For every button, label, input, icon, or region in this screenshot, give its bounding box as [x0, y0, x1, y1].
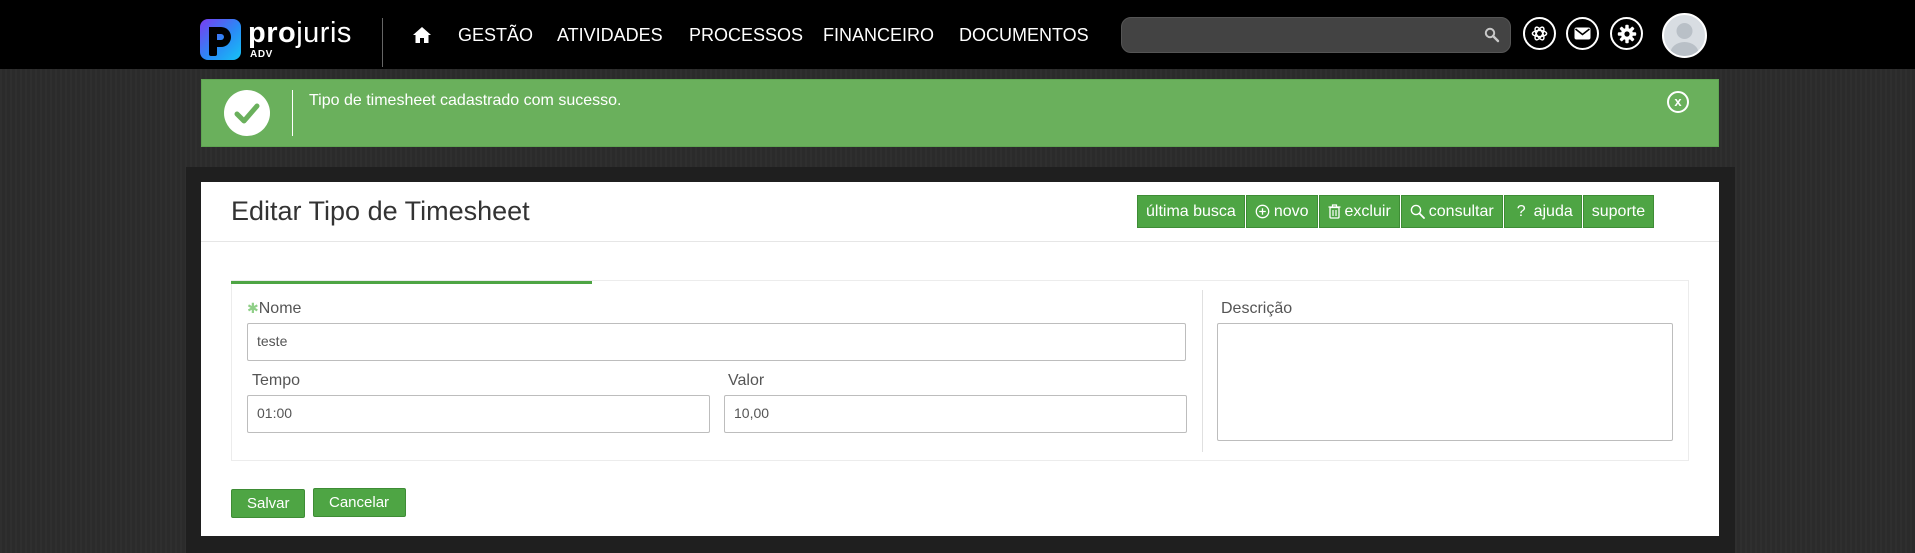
success-alert: Tipo de timesheet cadastrado com sucesso…: [201, 79, 1719, 147]
home-icon[interactable]: [412, 25, 432, 45]
plus-circle-icon: [1255, 204, 1270, 219]
page-title: Editar Tipo de Timesheet: [231, 196, 530, 226]
alert-divider: [292, 90, 293, 136]
gear-icon: [1617, 24, 1636, 43]
nome-input[interactable]: [257, 333, 1101, 349]
nome-field: [247, 323, 1186, 361]
nav-item-atividades[interactable]: ATIVIDADES: [557, 25, 663, 46]
novo-button[interactable]: novo: [1245, 195, 1318, 228]
success-check-icon: [224, 90, 270, 136]
ai-assistant-button[interactable]: [1523, 17, 1556, 50]
nav-divider: [382, 18, 383, 67]
tempo-input[interactable]: [257, 405, 672, 421]
top-navbar: projuris ADV GESTÃO ATIVIDADES PROCESSOS…: [0, 0, 1915, 69]
excluir-button[interactable]: excluir: [1318, 195, 1400, 228]
logo-wordmark: projuris: [248, 17, 352, 49]
search-input[interactable]: [1132, 24, 1476, 48]
edit-timesheet-panel: Editar Tipo de Timesheet última busca no…: [201, 182, 1719, 536]
alert-close-button[interactable]: x: [1667, 91, 1689, 113]
envelope-icon: [1574, 27, 1591, 40]
alert-message: Tipo de timesheet cadastrado com sucesso…: [309, 92, 622, 109]
consultar-button[interactable]: consultar: [1400, 195, 1503, 228]
active-tab-indicator: [231, 281, 592, 284]
ultima-busca-button[interactable]: última busca: [1137, 195, 1245, 228]
nav-item-processos[interactable]: PROCESSOS: [689, 25, 803, 46]
descricao-label: Descrição: [1221, 300, 1293, 317]
user-silhouette-icon: [1670, 23, 1699, 56]
ajuda-button[interactable]: ? ajuda: [1503, 195, 1582, 228]
messages-button[interactable]: [1566, 17, 1599, 50]
logo-subtitle: ADV: [250, 49, 273, 60]
form-column-divider: [1202, 290, 1203, 452]
action-toolbar: última busca novo excluir consultar ? aj…: [1137, 195, 1655, 228]
valor-input[interactable]: [734, 405, 1149, 421]
nav-item-financeiro[interactable]: FINANCEIRO: [823, 25, 934, 46]
nav-item-gestao[interactable]: GESTÃO: [458, 25, 533, 46]
valor-field: [724, 395, 1187, 433]
magnifier-icon: [1410, 204, 1425, 219]
descricao-textarea[interactable]: [1217, 323, 1673, 441]
nome-label: ✱Nome: [247, 300, 302, 317]
openai-icon: [1531, 26, 1548, 41]
suporte-button[interactable]: suporte: [1582, 195, 1655, 228]
cancelar-button[interactable]: Cancelar: [313, 488, 406, 517]
settings-button[interactable]: [1610, 17, 1643, 50]
nav-item-documentos[interactable]: DOCUMENTOS: [959, 25, 1089, 46]
global-search: [1121, 17, 1511, 53]
tempo-field: [247, 395, 710, 433]
logo-mark-icon: [200, 19, 241, 60]
trash-icon: [1328, 204, 1341, 219]
salvar-button[interactable]: Salvar: [231, 489, 305, 518]
tempo-label: Tempo: [252, 372, 301, 389]
question-mark-icon: ?: [1516, 202, 1526, 220]
user-avatar[interactable]: [1662, 13, 1707, 58]
valor-label: Valor: [728, 372, 765, 389]
panel-header-divider: [201, 241, 1719, 242]
search-icon[interactable]: [1484, 27, 1500, 43]
required-asterisk-icon: ✱: [247, 300, 259, 316]
